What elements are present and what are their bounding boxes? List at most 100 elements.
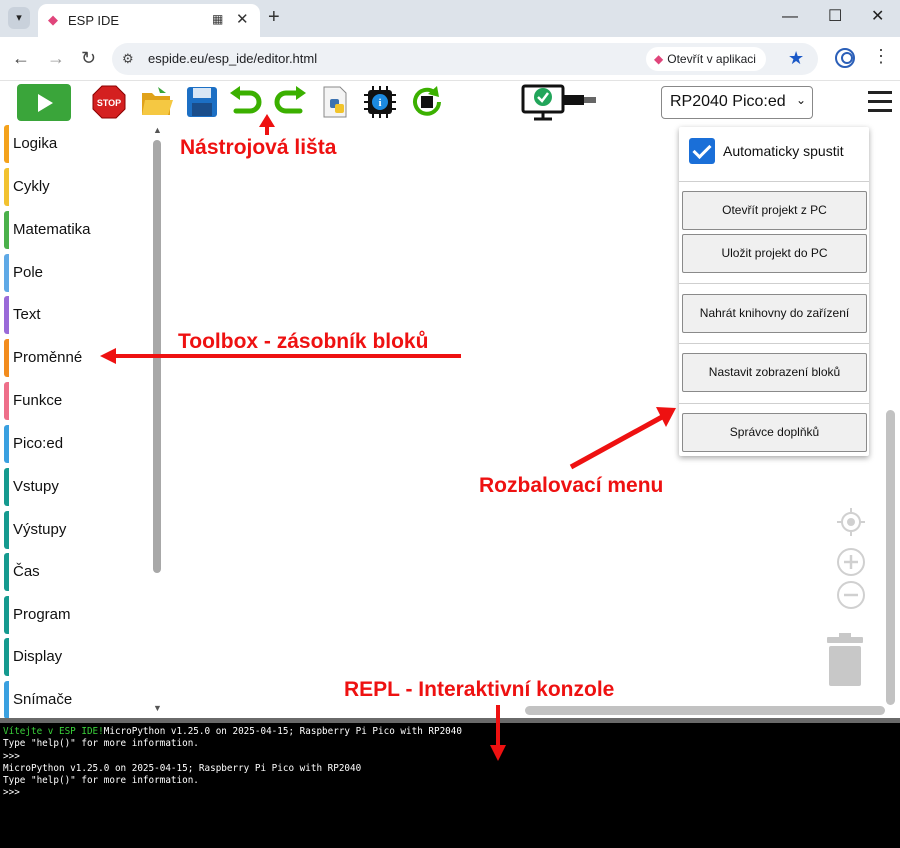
toolbox-scroll-down-icon[interactable]: ▼	[153, 703, 162, 713]
category-label: Čas	[13, 563, 40, 580]
upload-libraries-button[interactable]: Nahrát knihovny do zařízení	[682, 294, 867, 333]
toolbox-scrollbar[interactable]	[153, 140, 161, 573]
annotation-dropdown: Rozbalovací menu	[479, 474, 664, 497]
category-color-bar	[4, 339, 9, 377]
category-color-bar	[4, 254, 9, 292]
toolbox-category-text[interactable]: Text	[4, 296, 152, 334]
browser-menu-icon[interactable]: ⋮	[872, 46, 890, 67]
toolbox-category-pico-ed[interactable]: Pico:ed	[4, 425, 152, 463]
profile-avatar-icon[interactable]	[835, 48, 855, 68]
save-icon[interactable]	[185, 85, 219, 119]
svg-text:STOP: STOP	[97, 98, 121, 108]
toolbox-category-cas[interactable]: Čas	[4, 553, 152, 591]
category-color-bar	[4, 211, 9, 249]
browser-tab[interactable]: ◆ ESP IDE ▦ ✕	[38, 4, 260, 37]
plugin-manager-button[interactable]: Správce doplňků	[682, 413, 867, 452]
save-project-button[interactable]: Uložit projekt do PC	[682, 234, 867, 273]
toolbox-category-vstupy[interactable]: Vstupy	[4, 468, 152, 506]
menu-divider	[679, 343, 869, 344]
close-tab-icon[interactable]: ✕	[236, 10, 249, 28]
toolbox-category-pole[interactable]: Pole	[4, 254, 152, 292]
category-label: Snímače	[13, 691, 73, 708]
category-color-bar	[4, 296, 9, 334]
menu-divider	[679, 181, 869, 182]
console-text: MicroPython v1.25.0 on 2025-04-15; Raspb…	[103, 726, 462, 737]
dropdown-menu: Automaticky spustit Otevřít projekt z PC…	[679, 127, 869, 456]
toolbox-category-matematika[interactable]: Matematika	[4, 211, 152, 249]
run-button[interactable]	[17, 84, 71, 121]
repl-console[interactable]: Vítejte v ESP IDE!MicroPython v1.25.0 on…	[0, 718, 900, 848]
stop-icon[interactable]: STOP	[92, 85, 126, 119]
app-favicon-icon: ◆	[654, 52, 664, 66]
toolbox-category-program[interactable]: Program	[4, 596, 152, 634]
category-label: Vstupy	[13, 478, 59, 495]
console-line: Type "help()" for more information.	[3, 738, 199, 750]
category-color-bar	[4, 125, 9, 163]
hamburger-menu-icon[interactable]	[868, 91, 892, 113]
category-label: Výstupy	[13, 521, 67, 538]
recenter-icon[interactable]	[836, 507, 866, 537]
toolbox-category-promenne[interactable]: Proměnné	[4, 339, 152, 377]
memory-saver-icon[interactable]: ▦	[212, 12, 223, 26]
url-input[interactable]: ⚙ espide.eu/esp_ide/editor.html ◆ Otevřít…	[112, 43, 818, 75]
toolbox-category-snimace[interactable]: Snímače	[4, 681, 152, 719]
close-window-button[interactable]: ✕	[871, 6, 884, 28]
connection-status-icon[interactable]	[521, 83, 599, 123]
workspace-vertical-scrollbar[interactable]	[886, 410, 895, 705]
svg-text:i: i	[378, 97, 381, 109]
category-label: Text	[13, 306, 41, 323]
annotation-repl: REPL - Interaktivní konzole	[344, 678, 615, 701]
toolbox-category-vystupy[interactable]: Výstupy	[4, 511, 152, 549]
category-label: Pole	[13, 264, 44, 281]
site-settings-icon[interactable]: ⚙	[122, 51, 134, 67]
board-select[interactable]: RP2040 Pico:ed ⌄	[661, 86, 813, 119]
menu-divider	[679, 403, 869, 404]
category-label: Pico:ed	[13, 435, 64, 452]
open-in-app-label: Otevřít v aplikaci	[667, 52, 756, 66]
reset-device-icon[interactable]	[410, 85, 444, 119]
category-color-bar	[4, 511, 9, 549]
category-color-bar	[4, 681, 9, 719]
block-display-settings-button[interactable]: Nastavit zobrazení bloků	[682, 353, 867, 392]
bookmark-star-icon[interactable]: ★	[788, 48, 804, 69]
category-color-bar	[4, 168, 9, 206]
console-welcome: Vítejte v ESP IDE!	[3, 726, 104, 737]
python-code-icon[interactable]	[318, 85, 352, 119]
minimize-button[interactable]: —	[782, 6, 798, 28]
device-info-icon[interactable]: i	[363, 85, 397, 119]
annotation-toolbar: Nástrojová lišta	[180, 136, 337, 159]
auto-run-checkbox[interactable]	[689, 138, 715, 164]
category-label: Cykly	[13, 178, 50, 195]
toolbox-category-display[interactable]: Display	[4, 638, 152, 676]
toolbox-category-logika[interactable]: Logika	[4, 125, 152, 163]
console-line: Vítejte v ESP IDE!MicroPython v1.25.0 on…	[3, 726, 897, 738]
workspace-horizontal-scrollbar[interactable]	[525, 706, 885, 715]
menu-divider	[679, 283, 869, 284]
category-label: Logika	[13, 135, 58, 152]
redo-icon[interactable]	[274, 85, 308, 119]
auto-run-label: Automaticky spustit	[723, 143, 844, 159]
forward-button[interactable]: →	[47, 47, 65, 69]
back-button[interactable]: ←	[12, 47, 30, 69]
toolbox-scroll-up-icon[interactable]: ▲	[153, 125, 162, 135]
toolbox-category-funkce[interactable]: Funkce	[4, 382, 152, 420]
toolbox-category-cykly[interactable]: Cykly	[4, 168, 152, 206]
open-project-button[interactable]: Otevřít projekt z PC	[682, 191, 867, 230]
maximize-button[interactable]: ☐	[828, 6, 842, 28]
open-folder-icon[interactable]	[140, 85, 174, 119]
category-label: Program	[13, 606, 71, 623]
category-color-bar	[4, 638, 9, 676]
board-select-value: RP2040 Pico:ed	[670, 93, 786, 110]
reload-button[interactable]: ↻	[81, 47, 96, 69]
console-line: Type "help()" for more information.	[3, 775, 199, 787]
open-in-app-button[interactable]: ◆ Otevřít v aplikaci	[646, 47, 766, 71]
console-line: >>>	[3, 787, 20, 799]
new-tab-button[interactable]: +	[268, 6, 280, 28]
zoom-in-icon[interactable]	[836, 547, 866, 577]
url-text: espide.eu/esp_ide/editor.html	[148, 51, 318, 66]
tab-search-button[interactable]: ▾	[8, 7, 30, 29]
zoom-out-icon[interactable]	[836, 580, 866, 610]
undo-icon[interactable]	[228, 85, 262, 119]
toolbox: Logika Cykly Matematika Pole Text Proměn…	[0, 123, 165, 719]
trash-icon[interactable]	[827, 633, 863, 687]
